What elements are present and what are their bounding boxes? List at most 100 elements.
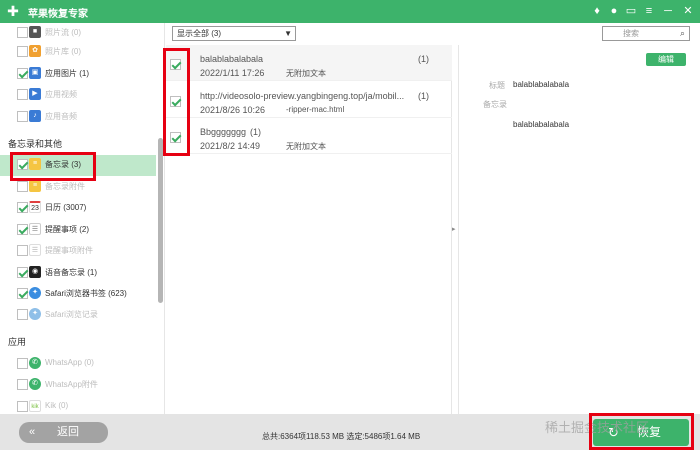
checkbox[interactable] xyxy=(17,111,28,122)
minimize-icon[interactable]: ─ xyxy=(661,4,675,18)
search-icon[interactable]: ⌕ xyxy=(680,27,685,40)
checkbox[interactable] xyxy=(17,89,28,100)
item-note: -ripper-mac.html xyxy=(286,105,345,114)
detail-title-value: balablabalabala xyxy=(513,80,570,89)
sidebar-item-label: Safari浏览器书签 (623) xyxy=(45,289,127,298)
list-item[interactable]: http://videosolo-preview.yangbingeng.top… xyxy=(166,82,452,118)
checkbox[interactable] xyxy=(17,309,28,320)
sidebar-item-label: 应用视频 xyxy=(45,90,77,99)
item-date: 2022/1/11 17:26 xyxy=(200,68,265,78)
sidebar-item-photo-library[interactable]: ✿ 照片库 (0) xyxy=(0,42,156,63)
voice-memo-icon: ◉ xyxy=(29,266,41,278)
checkbox[interactable] xyxy=(17,202,28,213)
safari-history-icon: ✦ xyxy=(29,308,41,320)
sidebar-item-reminders-attachments[interactable]: ☰ 提醒事项附件 xyxy=(0,241,156,262)
app-title: 苹果恢复专家 xyxy=(28,9,88,20)
list-toolbar: 显示全部 (3) ▼ 搜索 ⌕ xyxy=(166,23,700,45)
checkbox[interactable] xyxy=(17,288,28,299)
photos-icon: ✿ xyxy=(29,45,41,57)
detail-panel: 标题 balablabalabala 备忘录 balablabalabala xyxy=(458,45,700,414)
sidebar-item-reminders[interactable]: ☰ 提醒事项 (2) xyxy=(0,220,156,241)
sidebar-item-safari-bookmarks[interactable]: ✦ Safari浏览器书签 (623) xyxy=(0,284,156,305)
sidebar-item-app-images[interactable]: ▣ 应用图片 (1) xyxy=(0,64,156,85)
checkbox[interactable] xyxy=(17,379,28,390)
back-button[interactable]: « 返回 xyxy=(19,422,108,443)
checkbox[interactable] xyxy=(170,132,181,143)
checkbox[interactable] xyxy=(17,267,28,278)
notes-list: balablabalabala (1) 2022/1/11 17:26 无附加文… xyxy=(166,45,452,414)
user-icon[interactable]: ● xyxy=(607,4,621,18)
checkbox[interactable] xyxy=(17,245,28,256)
item-note: 无附加文本 xyxy=(286,142,326,151)
sidebar-item-whatsapp[interactable]: ✆ WhatsApp (0) xyxy=(0,354,156,375)
search-placeholder: 搜索 xyxy=(623,29,639,38)
checkbox[interactable] xyxy=(17,68,28,79)
item-title: balablabalabala xyxy=(200,54,264,64)
sidebar-item-label: WhatsApp (0) xyxy=(45,358,94,367)
checkbox[interactable] xyxy=(17,358,28,369)
checkbox[interactable] xyxy=(17,181,28,192)
sidebar-item-notes-attachments[interactable]: ≡ 备忘录附件 xyxy=(0,177,156,198)
chat-icon[interactable]: ▭ xyxy=(624,4,638,18)
sidebar-item-label: 应用图片 (1) xyxy=(45,69,89,78)
sidebar-item-voice-memos[interactable]: ◉ 语音备忘录 (1) xyxy=(0,263,156,284)
item-count: (1) xyxy=(418,54,429,64)
sidebar-item-label: 备忘录附件 xyxy=(45,182,85,191)
double-chevron-left-icon: « xyxy=(29,426,36,438)
title-bar: ✚ 苹果恢复专家 ♦ ● ▭ ≡ ─ ✕ xyxy=(0,0,700,23)
app-audio-icon: ♪ xyxy=(29,110,41,122)
sidebar-item-safari-history[interactable]: ✦ Safari浏览记录 xyxy=(0,305,156,326)
edit-button[interactable]: 编辑 xyxy=(646,53,686,66)
checkbox[interactable] xyxy=(17,27,28,38)
sidebar-item-photo-stream[interactable]: ■ 照片流 (0) xyxy=(0,23,156,44)
diamond-icon[interactable]: ♦ xyxy=(590,4,604,18)
menu-icon[interactable]: ≡ xyxy=(642,4,656,18)
sidebar-item-whatsapp-attachments[interactable]: ✆ WhatsApp附件 xyxy=(0,375,156,396)
checkbox[interactable] xyxy=(170,96,181,107)
checkbox[interactable] xyxy=(17,401,28,412)
item-note: 无附加文本 xyxy=(286,69,326,78)
checkbox[interactable] xyxy=(17,224,28,235)
filter-dropdown[interactable]: 显示全部 (3) ▼ xyxy=(172,26,296,41)
sidebar-item-kik[interactable]: kik Kik (0) xyxy=(0,397,156,414)
list-item[interactable]: Bbggggggg (1) 2021/8/2 14:49 无附加文本 xyxy=(166,118,452,154)
sidebar-scrollbar[interactable] xyxy=(158,138,163,303)
reminders-attachment-icon: ☰ xyxy=(29,244,41,256)
app-video-icon: ▶ xyxy=(29,88,41,100)
sidebar-item-calendar[interactable]: 23 日历 (3007) xyxy=(0,198,156,219)
sidebar-item-label: 备忘录 (3) xyxy=(45,160,81,169)
sidebar-item-label: WhatsApp附件 xyxy=(45,380,98,389)
section-heading-apps: 应用 xyxy=(8,337,27,347)
item-count: (1) xyxy=(250,127,261,137)
checkbox[interactable] xyxy=(17,159,28,170)
kik-icon: kik xyxy=(29,400,41,412)
section-heading-memo-other: 备忘录和其他 xyxy=(8,139,63,149)
detail-memo-value: balablabalabala xyxy=(513,120,570,129)
search-input[interactable]: 搜索 ⌕ xyxy=(602,26,690,41)
calendar-icon: 23 xyxy=(29,201,41,213)
sidebar-item-label: 照片库 (0) xyxy=(45,47,81,56)
filter-dropdown-value: 显示全部 (3) xyxy=(177,29,221,38)
watermark: 稀土掘金技术社区 xyxy=(545,420,650,435)
app-window: ✚ 苹果恢复专家 ♦ ● ▭ ≡ ─ ✕ ■ 照片流 (0) ✿ 照片库 (0)… xyxy=(0,0,700,450)
item-date: 2021/8/2 14:49 xyxy=(200,141,261,151)
close-icon[interactable]: ✕ xyxy=(681,4,695,18)
detail-title-label: 标题 xyxy=(489,81,505,90)
sidebar-item-label: 提醒事项附件 xyxy=(45,246,93,255)
sidebar-item-label: 照片流 (0) xyxy=(45,28,81,37)
category-sidebar: ■ 照片流 (0) ✿ 照片库 (0) ▣ 应用图片 (1) ▶ 应用视频 ♪ … xyxy=(0,23,165,414)
sidebar-item-app-video[interactable]: ▶ 应用视频 xyxy=(0,85,156,106)
status-summary: 总共:6364项118.53 MB 选定:5486项1.64 MB xyxy=(262,432,421,441)
checkbox[interactable] xyxy=(170,59,181,70)
camera-icon: ■ xyxy=(29,26,41,38)
sidebar-item-label: 提醒事项 (2) xyxy=(45,225,89,234)
item-date: 2021/8/26 10:26 xyxy=(200,105,266,115)
sidebar-item-label: Safari浏览记录 xyxy=(45,310,98,319)
sidebar-item-app-audio[interactable]: ♪ 应用音频 xyxy=(0,107,156,128)
checkbox[interactable] xyxy=(17,46,28,57)
app-images-icon: ▣ xyxy=(29,67,41,79)
app-logo-icon: ✚ xyxy=(7,3,19,19)
list-item[interactable]: balablabalabala (1) 2022/1/11 17:26 无附加文… xyxy=(166,45,452,81)
sidebar-item-notes[interactable]: ≡ 备忘录 (3) xyxy=(0,155,156,176)
safari-icon: ✦ xyxy=(29,287,41,299)
